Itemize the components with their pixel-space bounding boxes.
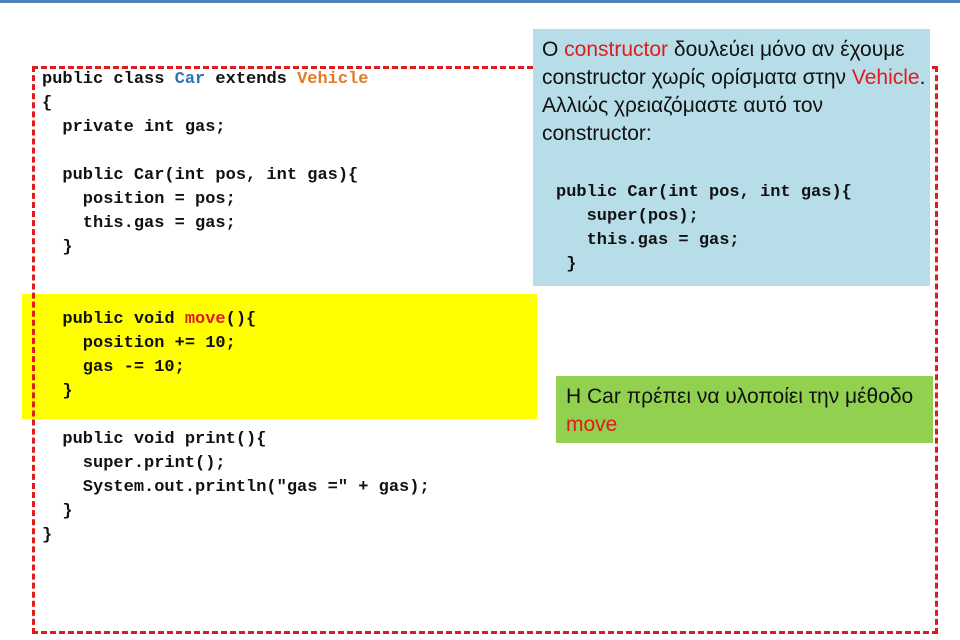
class-declaration: public class Car extends Vehicle bbox=[42, 68, 368, 92]
constructor-block: public Car(int pos, int gas){ position =… bbox=[42, 164, 358, 260]
note-emphasis: Vehicle bbox=[851, 66, 920, 89]
code-line: super(pos); bbox=[556, 207, 699, 226]
code-line: } bbox=[556, 255, 577, 274]
code-line: this.gas = gas; bbox=[42, 214, 236, 233]
code-text: (){ bbox=[225, 310, 257, 329]
note-text: Η Car πρέπει να υλοποίει την μέθοδο bbox=[566, 385, 914, 408]
code-line: public Car(int pos, int gas){ bbox=[556, 183, 852, 202]
code-line: public Car(int pos, int gas){ bbox=[42, 166, 359, 185]
code-line: position += 10; bbox=[42, 334, 236, 353]
code-line: gas -= 10; bbox=[42, 358, 185, 377]
slide-top-border bbox=[0, 0, 960, 3]
code-line: public void move(){ bbox=[42, 308, 256, 332]
field-declaration: private int gas; bbox=[42, 118, 226, 137]
open-brace: { bbox=[42, 94, 53, 113]
move-note-text: Η Car πρέπει να υλοποίει την μέθοδο move bbox=[566, 383, 926, 439]
code-line: super.print(); bbox=[42, 454, 226, 473]
code-line: } bbox=[42, 502, 73, 521]
code-text: public class bbox=[42, 70, 175, 89]
close-brace: } bbox=[42, 526, 53, 545]
class-name: Car bbox=[174, 70, 206, 89]
code-line: } bbox=[42, 238, 73, 257]
note-emphasis: move bbox=[566, 413, 618, 436]
note-text: Ο bbox=[542, 38, 565, 61]
code-line: position = pos; bbox=[42, 190, 236, 209]
code-line: this.gas = gas; bbox=[556, 231, 740, 250]
code-line: System.out.println("gas =" + gas); bbox=[42, 478, 430, 497]
move-method-block: public void move(){ position += 10; gas … bbox=[42, 308, 256, 404]
code-line: } bbox=[42, 382, 73, 401]
code-text: extends bbox=[205, 70, 298, 89]
move-method-name: move bbox=[184, 310, 226, 329]
note-emphasis: constructor bbox=[564, 38, 669, 61]
constructor-note-code: public Car(int pos, int gas){ super(pos)… bbox=[556, 181, 852, 277]
code-text: public void bbox=[42, 310, 185, 329]
print-method-block: public void print(){ super.print(); Syst… bbox=[42, 428, 430, 524]
superclass-name: Vehicle bbox=[297, 70, 369, 89]
constructor-note-text: Ο constructor δουλεύει μόνο αν έχουμε co… bbox=[542, 36, 927, 148]
code-line: public void print(){ bbox=[42, 430, 267, 449]
